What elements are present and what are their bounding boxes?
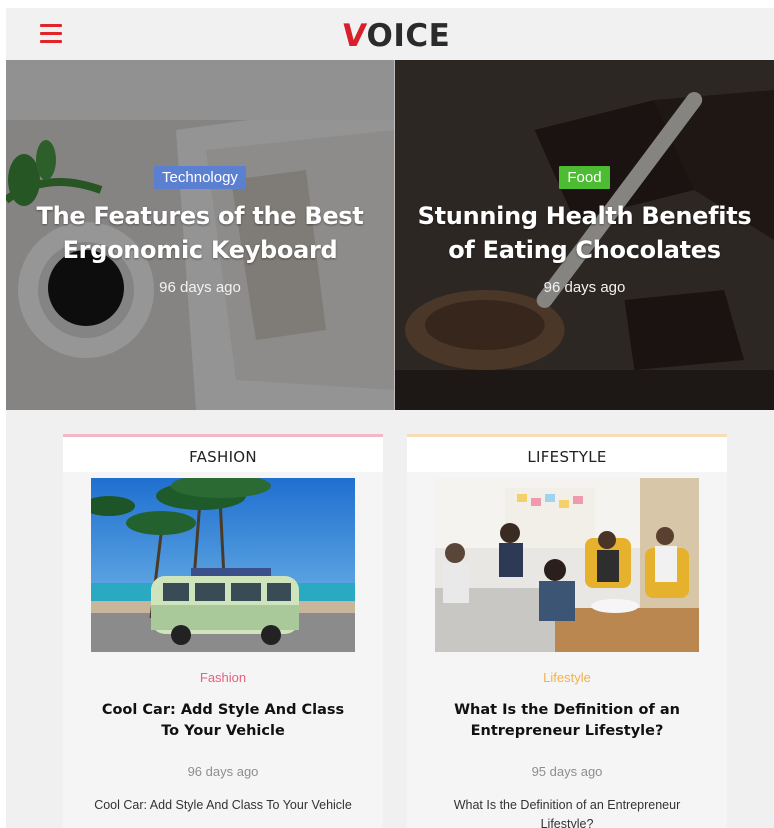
- hero-article-title[interactable]: Stunning Health Benefits of Eating Choco…: [395, 199, 774, 267]
- hamburger-menu-icon[interactable]: [40, 24, 64, 44]
- hero-article-content: Food Stunning Health Benefits of Eating …: [395, 166, 774, 296]
- category-badge[interactable]: Food: [559, 166, 610, 189]
- section-heading[interactable]: FASHION: [63, 434, 383, 472]
- article-title[interactable]: What Is the Definition of an Entrepreneu…: [437, 700, 697, 742]
- category-badge[interactable]: Technology: [154, 166, 246, 189]
- article-image-van-beach[interactable]: [91, 478, 355, 652]
- logo-text: OICE: [366, 18, 451, 54]
- section-heading[interactable]: LIFESTYLE: [407, 434, 727, 472]
- article-title[interactable]: Cool Car: Add Style And Class To Your Ve…: [93, 700, 353, 742]
- hero-section: Technology The Features of the Best Ergo…: [6, 60, 774, 410]
- article-excerpt: What Is the Definition of an Entrepreneu…: [453, 798, 681, 828]
- article-date: 95 days ago: [531, 764, 603, 779]
- article-excerpt: Cool Car: Add Style And Class To Your Ve…: [94, 798, 352, 812]
- article-image-office-meeting[interactable]: [435, 478, 699, 652]
- hero-article-date: 96 days ago: [543, 279, 626, 296]
- hero-article-content: Technology The Features of the Best Ergo…: [6, 166, 394, 296]
- page: V OICE Technology The Features of the Be…: [6, 8, 774, 828]
- article-category-link[interactable]: Lifestyle: [407, 670, 727, 685]
- site-header: V OICE: [6, 8, 774, 60]
- logo-letter-v: V: [340, 18, 369, 54]
- site-logo[interactable]: V OICE: [340, 16, 451, 56]
- hero-article-date: 96 days ago: [159, 279, 241, 296]
- article-date: 96 days ago: [187, 764, 259, 779]
- hero-article-technology[interactable]: Technology The Features of the Best Ergo…: [6, 60, 394, 410]
- category-sections: FASHION Fashion Cool Car: Add Style And …: [63, 434, 727, 828]
- hero-article-title[interactable]: The Features of the Best Ergonomic Keybo…: [6, 199, 394, 267]
- section-lifestyle: LIFESTYLE Lifestyle What Is the Definiti…: [407, 434, 727, 828]
- section-fashion: FASHION Fashion Cool Car: Add Style And …: [63, 434, 383, 828]
- hero-article-food[interactable]: Food Stunning Health Benefits of Eating …: [394, 60, 774, 410]
- article-category-link[interactable]: Fashion: [63, 670, 383, 685]
